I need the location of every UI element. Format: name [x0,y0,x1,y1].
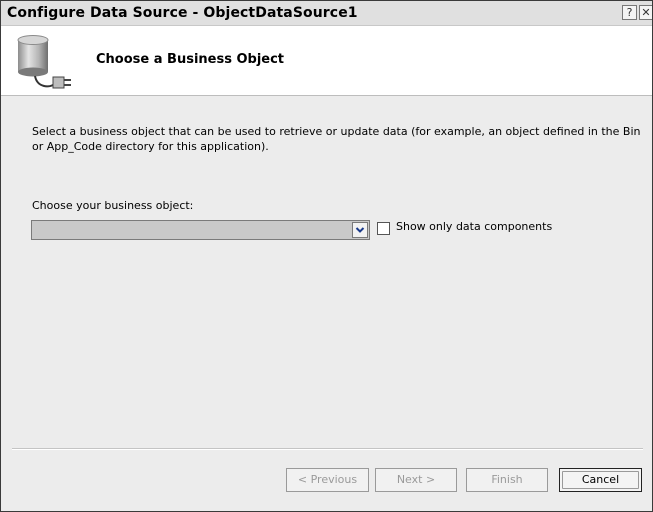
wizard-step-title: Choose a Business Object [96,52,285,67]
wizard-header: Choose a Business Object [1,26,652,96]
dropdown-button[interactable] [352,222,368,238]
next-button[interactable]: Next > [375,468,457,492]
show-only-data-components-checkbox[interactable] [377,222,390,235]
help-button[interactable]: ? [622,5,637,20]
step-description: Select a business object that can be use… [32,125,641,153]
close-button[interactable]: ✕ [639,5,652,20]
chevron-down-icon [355,227,365,233]
show-only-data-components-label[interactable]: Show only data components [396,220,552,233]
configure-data-source-dialog: Configure Data Source - ObjectDataSource… [0,0,653,512]
business-object-label: Choose your business object: [32,199,194,212]
title-bar[interactable]: Configure Data Source - ObjectDataSource… [1,1,652,26]
footer-separator [12,448,643,450]
window-title: Configure Data Source - ObjectDataSource… [7,5,358,21]
database-plug-icon [17,35,71,89]
previous-button[interactable]: < Previous [286,468,369,492]
business-object-combobox[interactable] [31,220,370,240]
finish-button[interactable]: Finish [466,468,548,492]
cancel-button[interactable]: Cancel [559,468,642,492]
